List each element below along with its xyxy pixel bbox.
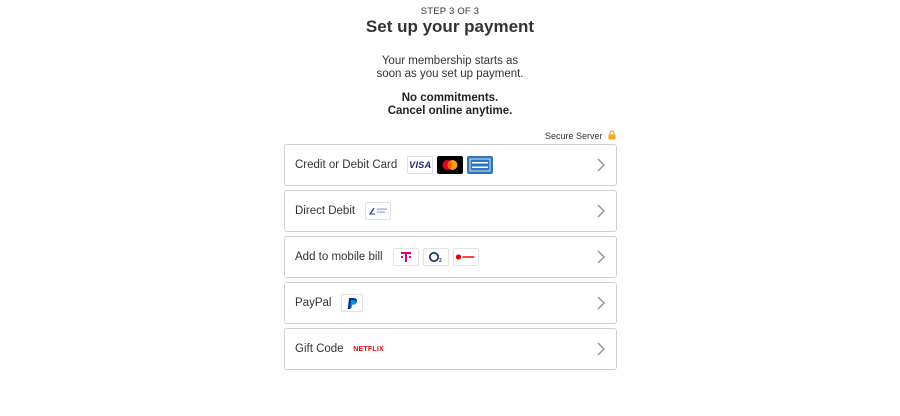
- option-label: Gift Code: [295, 343, 344, 355]
- payment-option-credit-card[interactable]: Credit or Debit Card VISA: [284, 144, 617, 186]
- vodafone-icon: [452, 248, 479, 266]
- option-label: Direct Debit: [295, 205, 356, 217]
- commitment-text: No commitments. Cancel online anytime.: [0, 92, 900, 117]
- option-label: Credit or Debit Card: [295, 159, 398, 171]
- intro-text: Your membership starts as soon as you se…: [0, 55, 900, 81]
- payment-option-paypal[interactable]: PayPal: [284, 282, 617, 324]
- step-indicator: STEP 3 OF 3: [420, 6, 480, 17]
- chevron-right-icon: [597, 296, 606, 310]
- svg-text:2: 2: [439, 258, 442, 264]
- payment-page: STEP 3 OF 3 Set up your payment Your mem…: [0, 0, 900, 416]
- paypal-icon: [341, 294, 364, 312]
- lock-icon: [608, 130, 616, 142]
- option-label: Add to mobile bill: [295, 251, 383, 263]
- secure-server-label: Secure Server: [544, 131, 603, 141]
- telekom-icon: [392, 248, 419, 266]
- debit-logos: [365, 202, 392, 220]
- chevron-right-icon: [597, 250, 606, 264]
- visa-icon: VISA: [407, 156, 434, 174]
- page-title: Set up your payment: [365, 17, 535, 36]
- mastercard-icon: [437, 156, 464, 174]
- chevron-right-icon: [597, 342, 606, 356]
- chevron-right-icon: [597, 158, 606, 172]
- intro-line-1: Your membership starts as: [381, 55, 519, 67]
- card-logos: VISA: [407, 156, 494, 174]
- commit-line-2: Cancel online anytime.: [387, 104, 513, 117]
- gift-logos: NETFLIX: [353, 340, 384, 358]
- paypal-logos: [341, 294, 364, 312]
- o2-icon: 2: [422, 248, 449, 266]
- payment-option-mobile-bill[interactable]: Add to mobile bill 2: [284, 236, 617, 278]
- amex-icon: [467, 156, 494, 174]
- option-label: PayPal: [295, 297, 332, 309]
- commit-line-1: No commitments.: [401, 92, 499, 104]
- payment-options-list: Credit or Debit Card VISA Direct Debit A…: [284, 144, 617, 374]
- carrier-logos: 2: [392, 248, 479, 266]
- visa-logo-text: VISA: [409, 160, 432, 170]
- secure-server-indicator: Secure Server: [284, 130, 616, 142]
- chevron-right-icon: [597, 204, 606, 218]
- payment-option-direct-debit[interactable]: Direct Debit: [284, 190, 617, 232]
- payment-option-gift-code[interactable]: Gift Code NETFLIX: [284, 328, 617, 370]
- sepa-icon: [365, 202, 392, 220]
- netflix-icon: NETFLIX: [353, 340, 384, 358]
- netflix-logo-text: NETFLIX: [353, 345, 384, 353]
- intro-line-2: soon as you set up payment.: [376, 68, 524, 80]
